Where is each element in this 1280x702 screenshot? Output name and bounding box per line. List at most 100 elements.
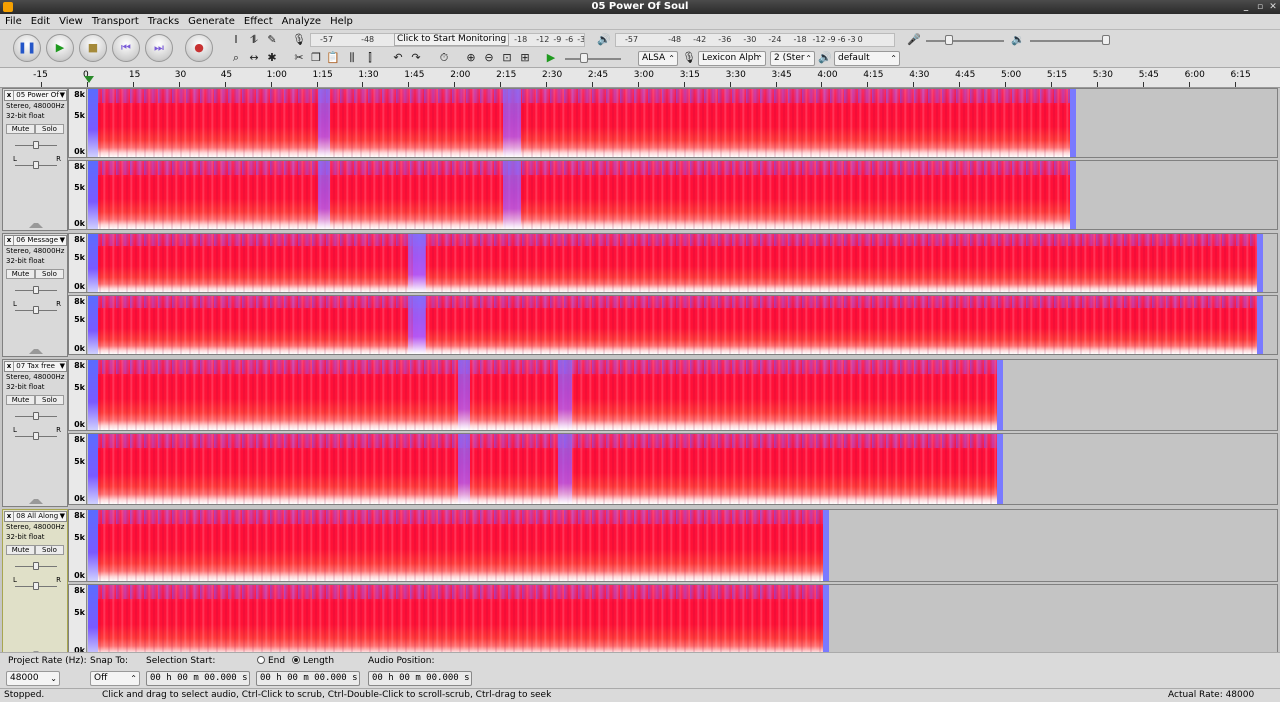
sync-lock-icon[interactable]: ⏱ xyxy=(436,50,452,66)
menu-analyze[interactable]: Analyze xyxy=(277,14,325,30)
track-control-panel[interactable]: x 06 Message ▼ Stereo, 48000Hz 32-bit fl… xyxy=(2,233,68,357)
silence-icon[interactable]: ⫿ xyxy=(362,50,378,66)
fit-project-icon[interactable]: ⊞ xyxy=(517,50,533,66)
audio-track[interactable]: x 05 Power Of ▼ Stereo, 48000Hz 32-bit f… xyxy=(2,88,1278,231)
end-radio-label[interactable]: End xyxy=(268,656,285,666)
snap-to-select[interactable]: Off ⌃ xyxy=(90,671,140,686)
play-button[interactable]: ▶ xyxy=(46,34,74,62)
spectrogram-clip[interactable] xyxy=(88,510,829,581)
start-monitoring-label[interactable]: Click to Start Monitoring xyxy=(394,33,510,46)
play-at-speed-icon[interactable]: ▶ xyxy=(543,50,559,66)
play-at-speed-thumb[interactable] xyxy=(580,53,588,63)
menu-generate[interactable]: Generate xyxy=(183,14,239,30)
mute-button[interactable]: Mute xyxy=(6,545,35,555)
chevron-down-icon[interactable]: ▼ xyxy=(60,512,65,521)
envelope-tool-icon[interactable]: ⥮ xyxy=(246,32,262,48)
input-volume-thumb[interactable] xyxy=(945,35,953,45)
skip-start-button[interactable]: ⏮ xyxy=(112,34,140,62)
pan-thumb[interactable] xyxy=(33,582,39,590)
menu-file[interactable]: File xyxy=(0,14,26,30)
gain-thumb[interactable] xyxy=(33,141,39,149)
mute-button[interactable]: Mute xyxy=(6,124,35,134)
solo-button[interactable]: Solo xyxy=(35,545,64,555)
end-radio[interactable] xyxy=(257,656,265,664)
play-at-speed-slider[interactable] xyxy=(565,58,621,60)
pan-thumb[interactable] xyxy=(33,306,39,314)
right-channel-spectrogram[interactable]: 8k 5k 0k xyxy=(68,160,1278,230)
track-control-panel[interactable]: x 07 Tax free ▼ Stereo, 48000Hz 32-bit f… xyxy=(2,359,68,507)
project-rate-select[interactable]: 48000 ⌄ xyxy=(6,671,60,686)
collapse-track-icon[interactable] xyxy=(29,349,43,354)
play-head-marker-icon[interactable] xyxy=(84,76,94,83)
channels-select[interactable]: 2 (Ster ⌃ xyxy=(770,51,815,66)
undo-icon[interactable]: ↶ xyxy=(390,50,406,66)
frequency-scale[interactable]: 8k 5k 0k xyxy=(69,585,87,652)
pause-button[interactable]: ❚❚ xyxy=(13,34,41,62)
track-name[interactable]: 06 Message xyxy=(16,236,58,244)
cut-icon[interactable]: ✂ xyxy=(291,50,307,66)
frequency-scale[interactable]: 8k 5k 0k xyxy=(69,234,87,292)
multi-tool-icon[interactable]: ✱ xyxy=(264,50,280,66)
draw-tool-icon[interactable]: ✎ xyxy=(264,32,280,48)
chevron-down-icon[interactable]: ▼ xyxy=(60,91,65,100)
playback-device-select[interactable]: default ⌃ xyxy=(834,51,900,66)
skip-end-button[interactable]: ⏭ xyxy=(145,34,173,62)
solo-button[interactable]: Solo xyxy=(35,269,64,279)
length-radio-label[interactable]: Length xyxy=(303,656,334,666)
track-close-icon[interactable]: x xyxy=(5,512,14,521)
collapse-track-icon[interactable] xyxy=(29,499,43,504)
audio-track[interactable]: x 08 All Along ▼ Stereo, 48000Hz 32-bit … xyxy=(2,509,1278,652)
pan-thumb[interactable] xyxy=(33,161,39,169)
audio-track[interactable]: x 06 Message ▼ Stereo, 48000Hz 32-bit fl… xyxy=(2,233,1278,357)
spectrogram-clip[interactable] xyxy=(88,296,1263,354)
frequency-scale[interactable]: 8k 5k 0k xyxy=(69,360,87,430)
spectrogram-clip[interactable] xyxy=(88,89,1076,157)
track-control-panel[interactable]: x 08 All Along ▼ Stereo, 48000Hz 32-bit … xyxy=(2,509,68,652)
spectrogram-clip[interactable] xyxy=(88,234,1263,292)
mute-button[interactable]: Mute xyxy=(6,269,35,279)
frequency-scale[interactable]: 8k 5k 0k xyxy=(69,434,87,504)
left-channel-spectrogram[interactable]: 8k 5k 0k xyxy=(68,509,1278,582)
gain-thumb[interactable] xyxy=(33,562,39,570)
menu-tracks[interactable]: Tracks xyxy=(143,14,183,30)
minimize-icon[interactable]: _ xyxy=(1240,1,1252,13)
redo-icon[interactable]: ↷ xyxy=(408,50,424,66)
track-control-panel[interactable]: x 05 Power Of ▼ Stereo, 48000Hz 32-bit f… xyxy=(2,88,68,231)
close-window-icon[interactable]: ✕ xyxy=(1267,1,1279,13)
record-button[interactable]: ● xyxy=(185,34,213,62)
spectrogram-clip[interactable] xyxy=(88,360,1003,430)
right-channel-spectrogram[interactable]: 8k 5k 0k xyxy=(68,295,1278,355)
chevron-down-icon[interactable]: ▼ xyxy=(60,362,65,371)
frequency-scale[interactable]: 8k 5k 0k xyxy=(69,296,87,354)
audio-position-field[interactable]: 00 h 00 m 00.000 s xyxy=(368,671,472,686)
length-radio[interactable] xyxy=(292,656,300,664)
menu-view[interactable]: View xyxy=(54,14,87,30)
track-name-menu[interactable]: x 08 All Along ▼ xyxy=(4,511,67,522)
left-channel-spectrogram[interactable]: 8k 5k 0k xyxy=(68,359,1278,431)
solo-button[interactable]: Solo xyxy=(35,395,64,405)
chevron-down-icon[interactable]: ▼ xyxy=(60,236,65,245)
zoom-out-icon[interactable]: ⊖ xyxy=(481,50,497,66)
frequency-scale[interactable]: 8k 5k 0k xyxy=(69,510,87,581)
left-channel-spectrogram[interactable]: 8k 5k 0k xyxy=(68,233,1278,293)
collapse-track-icon[interactable] xyxy=(29,223,43,228)
selection-length-field[interactable]: 00 h 00 m 00.000 s xyxy=(256,671,360,686)
output-volume-slider[interactable] xyxy=(1030,40,1108,42)
spectrogram-clip[interactable] xyxy=(88,161,1076,229)
maximize-icon[interactable]: ▫ xyxy=(1254,1,1266,13)
audio-track[interactable]: x 07 Tax free ▼ Stereo, 48000Hz 32-bit f… xyxy=(2,359,1278,507)
paste-icon[interactable]: 📋 xyxy=(325,50,341,66)
track-name[interactable]: 07 Tax free xyxy=(16,362,55,370)
track-name-menu[interactable]: x 07 Tax free ▼ xyxy=(4,361,67,372)
recording-device-select[interactable]: Lexicon Alph ⌃ xyxy=(698,51,766,66)
play-meter-speaker-icon[interactable]: 🔊 xyxy=(596,32,612,48)
menu-effect[interactable]: Effect xyxy=(239,14,277,30)
mute-button[interactable]: Mute xyxy=(6,395,35,405)
frequency-scale[interactable]: 8k 5k 0k xyxy=(69,89,87,157)
track-name-menu[interactable]: x 06 Message ▼ xyxy=(4,235,67,246)
track-close-icon[interactable]: x xyxy=(5,236,14,245)
input-volume-slider[interactable] xyxy=(926,40,1004,42)
selection-start-field[interactable]: 00 h 00 m 00.000 s xyxy=(146,671,250,686)
track-name[interactable]: 08 All Along xyxy=(16,512,58,520)
menu-help[interactable]: Help xyxy=(325,14,357,30)
